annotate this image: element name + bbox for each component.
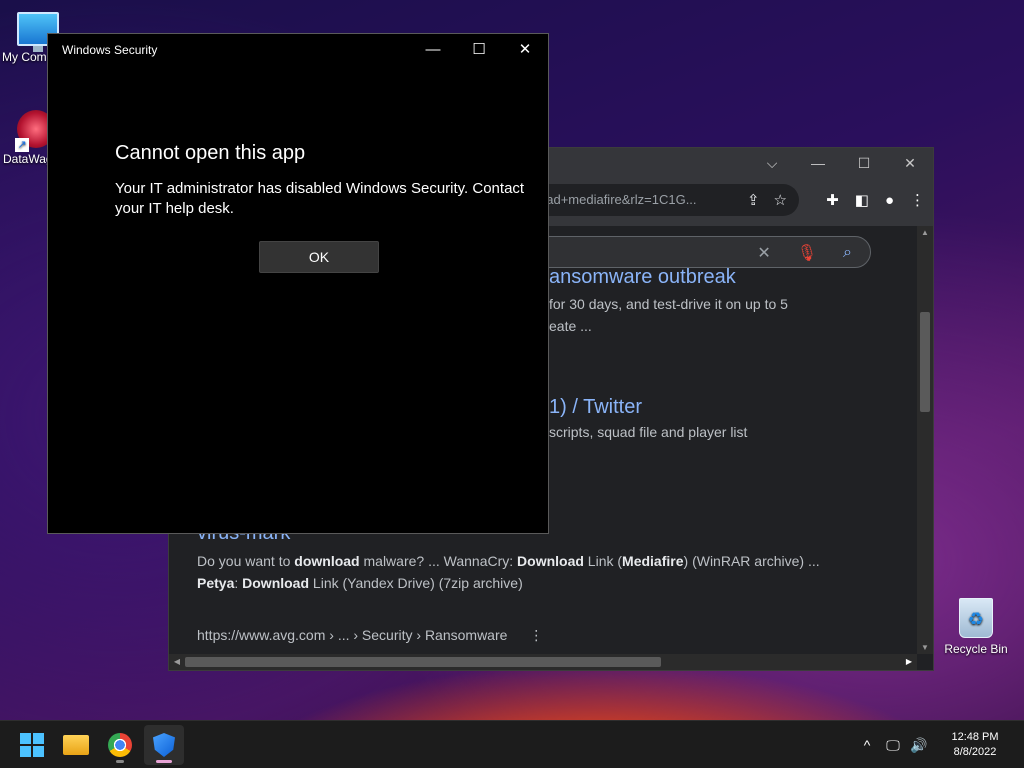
file-explorer-folder-icon bbox=[63, 735, 89, 755]
ok-button[interactable]: OK bbox=[259, 241, 379, 273]
browser-minimize-button[interactable]: — bbox=[795, 148, 841, 178]
snippet-fragment: download bbox=[294, 553, 360, 569]
side-panel-icon[interactable]: ◧ bbox=[855, 191, 869, 209]
scroll-left-arrow-icon[interactable]: ◀ bbox=[169, 654, 185, 670]
recycle-bin-icon: ♻ bbox=[959, 598, 993, 638]
share-icon[interactable]: ⇪ bbox=[747, 191, 760, 209]
running-indicator bbox=[116, 760, 124, 763]
desktop-icon-label: Recycle Bin bbox=[944, 642, 1008, 656]
snippet-fragment: ) (WinRAR archive) ... bbox=[683, 553, 820, 569]
extensions-puzzle-icon[interactable]: ✚ bbox=[826, 191, 839, 209]
result-more-options-icon[interactable]: ⋮ bbox=[529, 627, 543, 643]
snippet-fragment: Petya bbox=[197, 575, 235, 591]
taskbar: ^ 🖵 🔊 12:48 PM 8/8/2022 bbox=[0, 720, 1024, 768]
show-hidden-icons-chevron-icon[interactable]: ^ bbox=[854, 737, 880, 753]
window-title: Windows Security bbox=[62, 43, 158, 57]
scroll-right-arrow-icon[interactable]: ▶ bbox=[901, 654, 917, 670]
result-snippet-1a: for 30 days, and test-drive it on up to … bbox=[549, 296, 788, 312]
desktop-icon-recycle-bin[interactable]: ♻ Recycle Bin bbox=[940, 598, 1012, 656]
snippet-fragment: Mediafire bbox=[622, 553, 684, 569]
menu-kebab-icon[interactable]: ⋮ bbox=[910, 191, 925, 209]
security-titlebar[interactable]: Windows Security — ☐ ✕ bbox=[48, 34, 548, 66]
scroll-up-arrow-icon[interactable]: ▲ bbox=[917, 228, 933, 237]
chrome-icon bbox=[108, 733, 132, 757]
snippet-fragment: Download bbox=[242, 575, 310, 591]
tab-search-dropdown-icon[interactable]: ⌵ bbox=[749, 148, 795, 178]
windows-security-shield-icon bbox=[153, 733, 175, 757]
close-button[interactable]: ✕ bbox=[502, 34, 548, 64]
horizontal-scroll-thumb[interactable] bbox=[185, 657, 661, 667]
result-link-1[interactable]: ansomware outbreak bbox=[549, 266, 736, 289]
start-button[interactable] bbox=[12, 725, 52, 765]
search-icon[interactable]: ⌕ bbox=[843, 244, 852, 262]
clock-time: 12:48 PM bbox=[951, 731, 999, 743]
result-link-2[interactable]: 1) / Twitter bbox=[549, 396, 642, 419]
profile-avatar-icon[interactable]: ● bbox=[885, 192, 894, 209]
taskbar-windows-security[interactable] bbox=[144, 725, 184, 765]
network-icon[interactable]: 🖵 bbox=[880, 737, 906, 754]
scroll-down-arrow-icon[interactable]: ▼ bbox=[917, 643, 933, 652]
result-url[interactable]: https://www.avg.com › ... › Security › R… bbox=[197, 627, 507, 643]
minimize-button[interactable]: — bbox=[410, 34, 456, 64]
active-indicator bbox=[156, 760, 172, 763]
taskbar-file-explorer[interactable] bbox=[56, 725, 96, 765]
vertical-scrollbar[interactable]: ▲ ▼ bbox=[917, 226, 933, 654]
browser-maximize-button[interactable]: ☐ bbox=[841, 148, 887, 178]
clock-date: 8/8/2022 bbox=[953, 746, 997, 758]
vertical-scroll-thumb[interactable] bbox=[920, 312, 930, 412]
snippet-fragment: : bbox=[234, 575, 243, 591]
taskbar-chrome[interactable] bbox=[100, 725, 140, 765]
clock[interactable]: 12:48 PM 8/8/2022 bbox=[938, 730, 1012, 760]
shortcut-arrow-icon: ↗ bbox=[15, 138, 29, 152]
result-snippet-3a: Do you want to download malware? ... Wan… bbox=[197, 553, 820, 569]
bookmark-star-icon[interactable]: ☆ bbox=[774, 191, 787, 209]
system-tray: ^ 🖵 🔊 12:48 PM 8/8/2022 bbox=[854, 721, 1024, 768]
result-snippet-1b: eate ... bbox=[549, 318, 592, 334]
result-snippet-3b: Petya: Download Link (Yandex Drive) (7zi… bbox=[197, 575, 523, 591]
snippet-fragment: Link (Yandex Drive) (7zip archive) bbox=[309, 575, 523, 591]
snippet-fragment: Do you want to bbox=[197, 553, 295, 569]
snippet-fragment: malware? ... WannaCry: bbox=[359, 553, 518, 569]
dialog-message: Your IT administrator has disabled Windo… bbox=[115, 180, 525, 217]
windows-start-icon bbox=[20, 733, 44, 757]
horizontal-scrollbar[interactable]: ◀ ▶ bbox=[169, 654, 917, 670]
snippet-fragment: Download bbox=[517, 553, 584, 569]
result-breadcrumb[interactable]: https://www.avg.com › ... › Security › R… bbox=[197, 627, 543, 644]
voice-search-mic-icon[interactable]: 🎙 bbox=[797, 243, 817, 263]
browser-close-button[interactable]: ✕ bbox=[887, 148, 933, 178]
maximize-button[interactable]: ☐ bbox=[456, 34, 502, 64]
snippet-fragment: Link ( bbox=[583, 553, 623, 569]
result-snippet-2: scripts, squad file and player list bbox=[549, 424, 748, 440]
clear-search-icon[interactable]: ✕ bbox=[757, 243, 770, 263]
windows-security-window: Windows Security — ☐ ✕ Cannot open this … bbox=[47, 33, 549, 534]
volume-icon[interactable]: 🔊 bbox=[906, 737, 932, 754]
dialog-heading: Cannot open this app bbox=[115, 142, 306, 164]
